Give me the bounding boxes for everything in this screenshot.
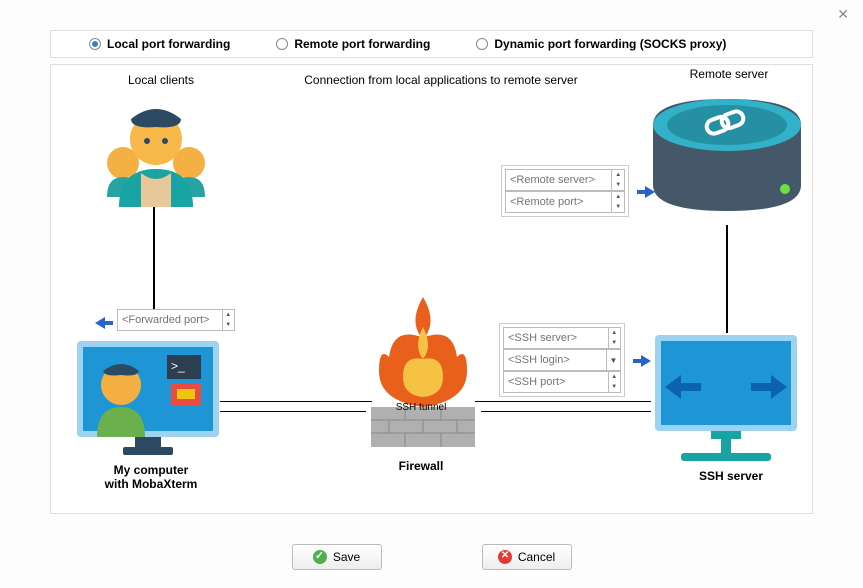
- check-icon: [313, 550, 327, 564]
- spinner-icon[interactable]: [608, 328, 621, 348]
- ssh-server-field[interactable]: [504, 332, 608, 344]
- tab-dynamic-port-forwarding[interactable]: Dynamic port forwarding (SOCKS proxy): [468, 31, 734, 57]
- forwarded-port-field[interactable]: [118, 314, 222, 326]
- remote-port-field[interactable]: [506, 196, 611, 208]
- dropdown-icon[interactable]: ▼: [606, 350, 620, 370]
- button-row: Save Cancel: [0, 544, 863, 570]
- save-label: Save: [333, 550, 360, 564]
- arrow-left-icon: [95, 317, 105, 329]
- spinner-icon[interactable]: [222, 310, 235, 330]
- radio-icon: [89, 38, 101, 50]
- tab-label: Remote port forwarding: [294, 37, 430, 51]
- save-button[interactable]: Save: [292, 544, 382, 570]
- forwarded-port-input[interactable]: [117, 309, 235, 331]
- ssh-login-field[interactable]: [504, 354, 606, 366]
- tab-label: Local port forwarding: [107, 37, 230, 51]
- spinner-icon[interactable]: [611, 170, 624, 190]
- cancel-label: Cancel: [518, 550, 555, 564]
- tab-bar: Local port forwarding Remote port forwar…: [50, 30, 813, 58]
- svg-text:>_: >_: [171, 359, 185, 373]
- connection-line: [475, 401, 651, 402]
- label-local-clients: Local clients: [101, 73, 221, 87]
- arrow-right-icon: [641, 355, 651, 367]
- connection-line: [481, 411, 651, 412]
- remote-server-input[interactable]: [505, 169, 625, 191]
- local-clients-icon: [91, 89, 221, 209]
- remote-server-icon: [647, 85, 807, 225]
- diagram-heading: Connection from local applications to re…: [281, 73, 601, 87]
- cancel-icon: [498, 550, 512, 564]
- tab-local-port-forwarding[interactable]: Local port forwarding: [81, 31, 238, 57]
- ssh-port-field[interactable]: [504, 376, 608, 388]
- arrow-right-icon: [645, 186, 655, 198]
- my-computer-icon: >_: [73, 337, 223, 477]
- label-remote-server: Remote server: [669, 67, 789, 81]
- label-firewall: Firewall: [381, 459, 461, 473]
- cancel-button[interactable]: Cancel: [482, 544, 572, 570]
- connection-line: [220, 411, 366, 412]
- ssh-server-icon: [651, 331, 801, 481]
- ssh-server-input[interactable]: [503, 327, 621, 349]
- diagram-panel: Local clients Connection from local appl…: [50, 64, 813, 514]
- label-ssh-server: SSH server: [681, 469, 781, 483]
- connection-line: [153, 207, 155, 323]
- label-my-computer: My computer with MobaXterm: [91, 463, 211, 491]
- spinner-icon[interactable]: [608, 372, 621, 392]
- tab-label: Dynamic port forwarding (SOCKS proxy): [494, 37, 726, 51]
- radio-icon: [276, 38, 288, 50]
- ssh-login-input[interactable]: ▼: [503, 349, 621, 371]
- remote-server-field[interactable]: [506, 174, 611, 186]
- spinner-icon[interactable]: [611, 192, 624, 212]
- connection-line: [220, 401, 372, 402]
- firewall-icon: [363, 297, 483, 453]
- connection-line: [726, 225, 728, 333]
- remote-port-input[interactable]: [505, 191, 625, 213]
- tab-remote-port-forwarding[interactable]: Remote port forwarding: [268, 31, 438, 57]
- radio-icon: [476, 38, 488, 50]
- label-ssh-tunnel: SSH tunnel: [391, 402, 451, 413]
- ssh-port-input[interactable]: [503, 371, 621, 393]
- close-icon[interactable]: ✕: [837, 6, 849, 23]
